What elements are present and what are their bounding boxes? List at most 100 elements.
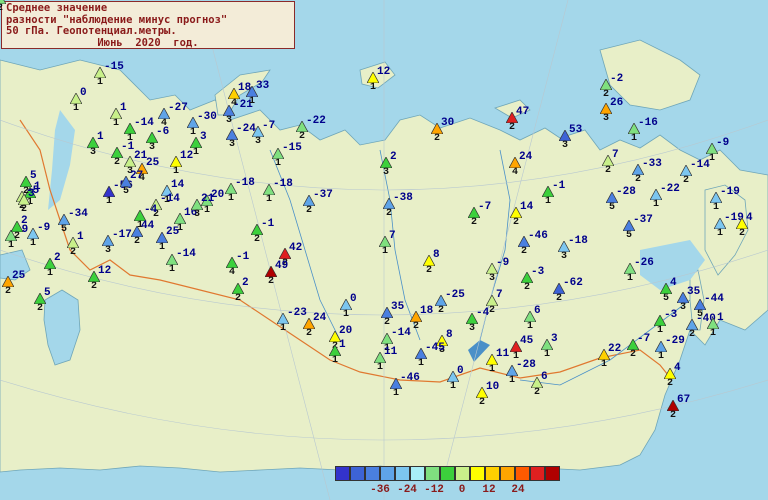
station-count: 2 [509, 122, 516, 133]
station-value: 2 [390, 151, 397, 163]
station-count: 2 [37, 303, 44, 314]
station-count: 1 [169, 264, 176, 275]
station-value: 18 [420, 305, 434, 317]
station-value: 1 [77, 231, 84, 243]
legend-swatch [410, 466, 425, 481]
station-value: -15 [104, 61, 124, 73]
station-count: 1 [249, 96, 256, 107]
station-count: 5 [663, 293, 670, 304]
station-value: -25 [445, 289, 465, 301]
station-value: 35 [687, 286, 701, 298]
station-value: 45 [520, 335, 534, 347]
station-value: 1 [120, 102, 127, 114]
station-value: 47 [516, 106, 530, 118]
station-count: 3 [680, 302, 687, 313]
station-value: 53 [569, 124, 583, 136]
station-value: -15 [282, 142, 302, 154]
station-count: 2 [556, 293, 563, 304]
station-count: 3 [562, 140, 569, 151]
station-value: 1 [717, 312, 724, 324]
station-value: -30 [197, 111, 217, 123]
station-count: 1 [193, 147, 200, 158]
station-count: 2 [254, 234, 261, 245]
station-value: 11 [496, 348, 510, 360]
station-count: 1 [657, 325, 664, 336]
station-count: 3 [229, 139, 236, 150]
station-count: 1 [280, 323, 287, 334]
station-count: 2 [524, 282, 531, 293]
station-count: 2 [134, 236, 141, 247]
station-count: 1 [545, 196, 552, 207]
station-count: 1 [343, 309, 350, 320]
station-value: -45 [425, 342, 445, 354]
station-count: 1 [418, 358, 425, 369]
station-value: -1 [236, 251, 250, 263]
station-value: 67 [677, 394, 691, 406]
station-value: -18 [273, 178, 293, 190]
legend-labels: -36 -24 -12 0 12 24 [352, 484, 552, 498]
legend-swatch [440, 466, 455, 481]
station-count: 1 [113, 118, 120, 129]
station-value: 3 [551, 333, 558, 345]
station-count: 1 [97, 77, 104, 88]
station-count: 2 [426, 265, 433, 276]
station-count: 2 [667, 378, 674, 389]
station-value: -17 [112, 229, 132, 241]
station-count: 2 [739, 228, 746, 239]
station-count: 1 [393, 388, 400, 399]
station-count: 2 [384, 317, 391, 328]
station-count: 2 [5, 286, 12, 297]
station-value: 8 [433, 249, 440, 261]
station-count: 2 [603, 89, 610, 100]
station-count: 1 [173, 166, 180, 177]
station-value: 0 [80, 87, 87, 99]
legend-swatch [335, 466, 350, 481]
station-count: 1 [713, 202, 720, 213]
legend-swatch [530, 466, 545, 481]
station-value: 4 [670, 277, 677, 289]
station-count: 5 [609, 202, 616, 213]
station-count: 1 [30, 238, 37, 249]
station-count: 1 [266, 194, 273, 205]
station-count: 2 [670, 410, 677, 421]
station-value: 25 [166, 226, 180, 238]
station-count: 2 [70, 247, 77, 258]
station-value: 4 [674, 362, 681, 374]
station-count: 1 [653, 199, 660, 210]
station-value: 4 [746, 212, 753, 224]
station-value: 6 [534, 305, 541, 317]
station-count: 2 [386, 208, 393, 219]
station-count: 1 [527, 321, 534, 332]
station-value: 2 [242, 277, 249, 289]
station-count: 1 [710, 328, 717, 339]
station-value: -38 [393, 192, 413, 204]
station-value: -6 [156, 126, 170, 138]
map-title-box: Среднее значение разности "наблюдение ми… [1, 1, 295, 49]
station-value: 25 [146, 157, 160, 169]
station-value: -7 [262, 120, 276, 132]
station-value: 3 [28, 188, 35, 200]
station-value: 12 [180, 150, 194, 162]
station-count: 5 [61, 224, 68, 235]
station-value: -44 [704, 293, 724, 305]
station-value: 8 [446, 329, 453, 341]
station-count: 3 [149, 142, 156, 153]
station-value: -14 [160, 193, 180, 205]
station-value: -22 [660, 183, 680, 195]
station-value: 1 [97, 131, 104, 143]
station-value: 24 [313, 312, 327, 324]
station-count: 1 [544, 349, 551, 360]
station-value: -29 [665, 335, 685, 347]
station-value: 42 [289, 242, 303, 254]
station-value: -4 [144, 204, 158, 216]
legend-label: -36 [370, 484, 390, 496]
station-value: -14 [690, 159, 710, 171]
legend-swatch [365, 466, 380, 481]
station-value: 44 [141, 220, 155, 232]
station-value: -3 [531, 266, 545, 278]
station-value: -34 [68, 208, 88, 220]
station-count: 3 [105, 245, 112, 256]
station-value: 14 [520, 201, 534, 213]
legend-swatch [470, 466, 485, 481]
station-count: 3 [255, 136, 262, 147]
